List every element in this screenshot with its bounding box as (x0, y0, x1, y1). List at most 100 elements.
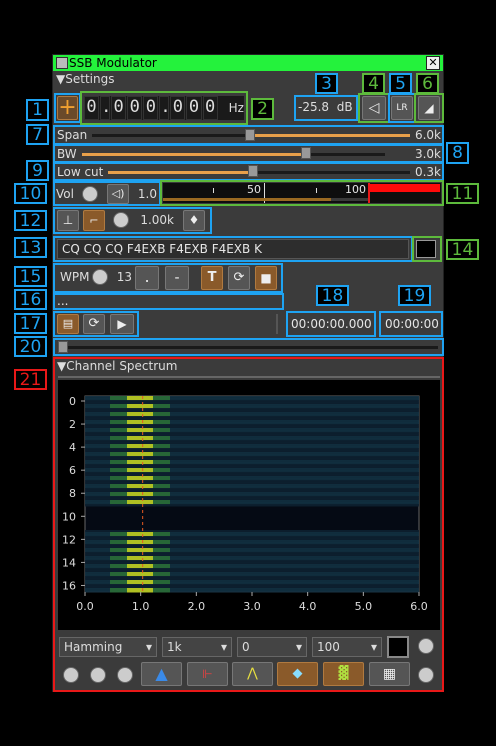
span-value: 6.0k (414, 128, 441, 142)
frequency-dial[interactable]: 0 . 0 0 0 . 0 0 0 Hz (84, 96, 244, 120)
file-elapsed-time: 00:00:00.000 (291, 317, 372, 331)
morse-keyer-icon[interactable]: ⌐ (83, 210, 105, 231)
y-tick-label: 8 (69, 487, 76, 500)
callout-15: 15 (14, 266, 47, 287)
bw-label: BW (57, 147, 77, 161)
y-tick-label: 12 (62, 533, 76, 546)
grid-dial[interactable] (418, 667, 434, 683)
dash-button[interactable]: - (165, 266, 189, 290)
callout-14: 14 (446, 239, 479, 260)
lr-swap-button[interactable]: LR (391, 96, 413, 120)
x-tick-label: 6.0 (410, 600, 428, 613)
power-unit: dB (336, 100, 353, 114)
freq-digit[interactable]: 0 (84, 96, 100, 120)
bw-slider-fill (82, 153, 306, 156)
dot-button[interactable]: . (135, 266, 159, 290)
callout-7: 7 (26, 124, 49, 145)
window-function-select[interactable]: Hamming (59, 637, 157, 657)
max-hold-icon[interactable]: ▲ (141, 662, 182, 686)
freq-digit[interactable]: 0 (127, 96, 143, 120)
settings-section-header[interactable]: ▼Settings (56, 72, 114, 86)
open-file-icon[interactable]: ▤ (57, 314, 79, 334)
meter-tick-50: 50 (247, 183, 261, 196)
callout-4: 4 (362, 73, 385, 94)
file-seek-handle[interactable] (58, 341, 68, 353)
span-slider-handle[interactable] (245, 129, 255, 141)
x-tick-label: 5.0 (355, 600, 373, 613)
callout-6: 6 (416, 73, 439, 94)
bw-value: 3.0k (414, 147, 441, 161)
callout-2: 2 (251, 98, 274, 120)
x-tick-label: 4.0 (299, 600, 317, 613)
morse-play-stop-button[interactable]: ■ (255, 266, 277, 290)
splitter[interactable] (58, 376, 440, 378)
close-icon[interactable]: ✕ (426, 56, 440, 70)
volume-speaker-icon[interactable]: ◁) (107, 184, 129, 204)
file-play-button[interactable]: ▶ (110, 314, 134, 334)
microphone-icon[interactable]: ♦ (183, 210, 205, 231)
freq-sep: . (159, 96, 171, 120)
callout-frame-16 (53, 293, 284, 310)
y-tick-label: 4 (69, 441, 76, 454)
power-value: -25.8 (298, 100, 330, 114)
callout-3: 3 (315, 73, 338, 94)
decay-dial[interactable] (418, 638, 434, 654)
tone-icon[interactable]: ⊥ (57, 210, 79, 231)
averaging-button[interactable] (387, 636, 409, 658)
grid-intensity-dial[interactable] (117, 667, 133, 683)
wpm-dial[interactable] (92, 269, 108, 285)
x-tick-label: 3.0 (243, 600, 261, 613)
y-tick-label: 10 (62, 510, 76, 523)
waterfall-icon[interactable]: ▓ (323, 662, 364, 686)
range-select[interactable]: 100 (312, 637, 382, 657)
persistence-icon[interactable]: ⊩ (187, 662, 228, 686)
freq-digit[interactable]: 0 (111, 96, 127, 120)
channel-spectrum-header[interactable]: ▼Channel Spectrum (57, 359, 177, 373)
callout-20: 20 (14, 336, 47, 357)
channel-power-readout: -25.8 dB (298, 100, 354, 116)
freq-digit[interactable]: 0 (186, 96, 202, 120)
callout-13: 13 (14, 237, 47, 258)
callout-5: 5 (389, 73, 412, 94)
settings-label: Settings (65, 72, 115, 86)
meter-tick-100: 100 (345, 183, 366, 196)
x-tick-label: 2.0 (188, 600, 206, 613)
lowcut-slider-handle[interactable] (248, 165, 258, 177)
y-tick-label: 6 (69, 464, 76, 477)
callout-21: 21 (14, 369, 47, 390)
plus-icon[interactable]: + (57, 96, 78, 120)
bw-slider-handle[interactable] (301, 147, 311, 159)
spectrum-display[interactable]: 0 2 4 6 8 10 12 14 16 0.0 1.0 2.0 3.0 4.0 5.0 6.0 (58, 380, 440, 630)
speaker-icon[interactable]: ◁ (362, 96, 386, 120)
rollup-checkbox[interactable] (56, 57, 68, 69)
spectrum-trace-icon[interactable]: ⋀ (232, 662, 273, 686)
freq-digit[interactable]: 0 (202, 96, 218, 120)
freq-digit[interactable]: 0 (170, 96, 186, 120)
callout-8: 8 (446, 142, 469, 164)
lowcut-label: Low cut (57, 165, 104, 179)
lowcut-slider-fill (108, 171, 253, 174)
trace-intensity-dial[interactable] (90, 667, 106, 683)
fft-size-select[interactable]: 1k (162, 637, 232, 657)
tone-frequency-dial[interactable] (113, 212, 129, 228)
file-loop-icon[interactable]: ⟳ (83, 314, 105, 334)
morse-loop-icon[interactable]: ⟳ (228, 266, 250, 290)
callout-9: 9 (26, 160, 49, 181)
freq-digit[interactable]: 0 (143, 96, 159, 120)
callout-18: 18 (316, 285, 349, 306)
stroke-dial[interactable] (63, 667, 79, 683)
callout-1: 1 (26, 99, 49, 121)
grid-icon[interactable]: ▦ (369, 662, 410, 686)
reference-level-select[interactable]: 0 (237, 637, 307, 657)
title-bar: SSB Modulator ✕ (53, 55, 443, 71)
sideband-flip-icon[interactable]: ◢ (418, 96, 440, 120)
text-mode-button[interactable]: T (201, 266, 223, 290)
window-title: SSB Modulator (69, 56, 157, 70)
spectrogram-icon[interactable]: ◆ (277, 662, 318, 686)
morse-text-input[interactable]: CQ CQ CQ F4EXB F4EXB F4EXB K (57, 239, 409, 259)
channel-spectrum-label: Channel Spectrum (66, 359, 178, 373)
file-seek-track[interactable] (58, 346, 438, 349)
volume-dial[interactable] (82, 186, 98, 202)
morse-text-clear-button[interactable] (416, 240, 436, 258)
file-total-time: 00:00:00 (385, 317, 439, 331)
